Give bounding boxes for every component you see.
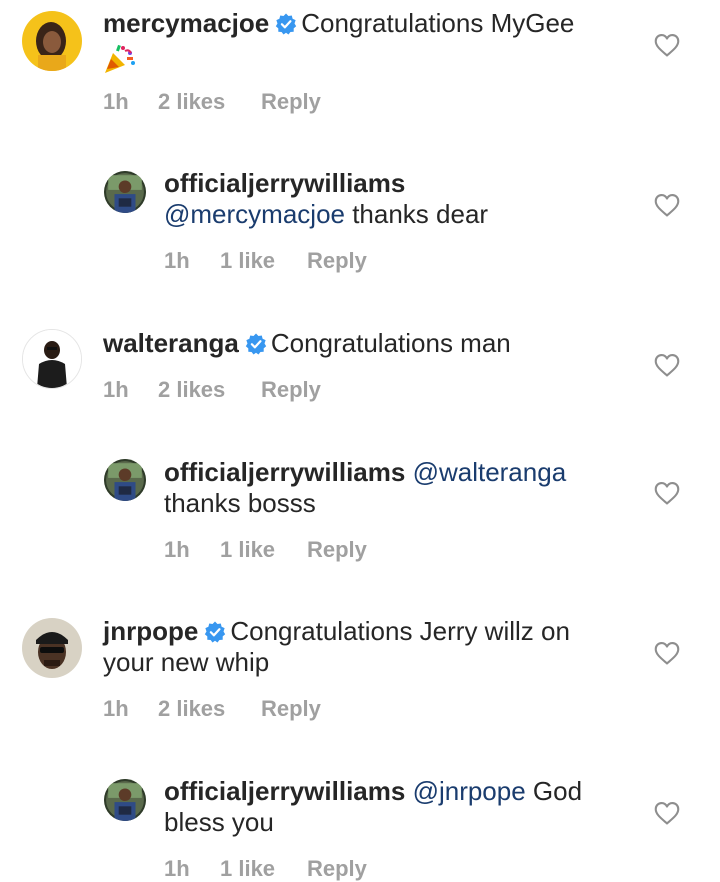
like-heart-icon[interactable] xyxy=(653,32,681,58)
reply-item: officialjerrywilliams @walteranga thanks… xyxy=(0,448,720,578)
comment-meta: 1h 2 likes Reply xyxy=(103,696,503,722)
avatar[interactable] xyxy=(22,11,82,71)
avatar[interactable] xyxy=(104,459,146,501)
comment-body: Congratulations man xyxy=(270,328,511,358)
like-heart-icon[interactable] xyxy=(653,640,681,666)
likes-count[interactable]: 1 like xyxy=(220,248,275,274)
comment-text: jnrpope Congratulations Jerry willz on yo… xyxy=(103,616,643,678)
like-heart-icon[interactable] xyxy=(653,480,681,506)
like-heart-icon[interactable] xyxy=(653,192,681,218)
comment-meta: 1h 2 likes Reply xyxy=(103,377,503,403)
like-heart-icon[interactable] xyxy=(653,800,681,826)
comment-body: Congratulations Jerry willz on xyxy=(230,616,570,646)
comment-body: Congratulations MyGee xyxy=(301,8,575,38)
reply-button[interactable]: Reply xyxy=(307,248,367,274)
timestamp: 1h xyxy=(103,377,129,402)
comment-body: thanks dear xyxy=(344,199,489,229)
comment-meta: 1h 1 like Reply xyxy=(164,856,564,882)
username[interactable]: walteranga xyxy=(103,328,239,358)
comment-body: God xyxy=(525,776,583,806)
reply-item: officialjerrywilliams @mercymacjoe thank… xyxy=(0,160,720,290)
mention-link[interactable]: @jnrpope xyxy=(413,776,526,806)
like-heart-icon[interactable] xyxy=(653,352,681,378)
comment-meta: 1h 2 likes Reply xyxy=(103,89,503,115)
avatar[interactable] xyxy=(104,779,146,821)
avatar[interactable] xyxy=(22,618,82,678)
comment-body: thanks bosss xyxy=(164,488,316,518)
comment-text: mercymacjoe Congratulations MyGee xyxy=(103,8,643,82)
likes-count[interactable]: 1 like xyxy=(220,537,275,563)
comment-meta: 1h 1 like Reply xyxy=(164,537,564,563)
timestamp: 1h xyxy=(164,248,190,273)
comment-item: jnrpope Congratulations Jerry willz on yo… xyxy=(0,608,720,738)
party-popper-icon xyxy=(103,43,137,82)
timestamp: 1h xyxy=(103,89,129,114)
likes-count[interactable]: 2 likes xyxy=(158,377,225,403)
verified-badge-icon xyxy=(275,13,297,35)
username[interactable]: jnrpope xyxy=(103,616,198,646)
reply-button[interactable]: Reply xyxy=(261,696,321,722)
mention-link[interactable]: @walteranga xyxy=(413,457,567,487)
username[interactable]: officialjerrywilliams xyxy=(164,776,405,806)
avatar[interactable] xyxy=(104,171,146,213)
likes-count[interactable]: 2 likes xyxy=(158,696,225,722)
reply-button[interactable]: Reply xyxy=(261,89,321,115)
likes-count[interactable]: 2 likes xyxy=(158,89,225,115)
comment-meta: 1h 1 like Reply xyxy=(164,248,564,274)
reply-button[interactable]: Reply xyxy=(307,856,367,882)
username[interactable]: officialjerrywilliams xyxy=(164,168,405,198)
reply-item: officialjerrywilliams @jnrpope God bless… xyxy=(0,768,720,882)
reply-button[interactable]: Reply xyxy=(307,537,367,563)
mention-link[interactable]: @mercymacjoe xyxy=(164,199,345,229)
username[interactable]: officialjerrywilliams xyxy=(164,457,405,487)
likes-count[interactable]: 1 like xyxy=(220,856,275,882)
comment-text: officialjerrywilliams @mercymacjoe thank… xyxy=(164,168,644,230)
comment-text: walteranga Congratulations man xyxy=(103,328,643,359)
avatar[interactable] xyxy=(22,329,82,389)
comment-item: mercymacjoe Congratulations MyGee 1h 2 li… xyxy=(0,0,720,140)
verified-badge-icon xyxy=(245,333,267,355)
timestamp: 1h xyxy=(164,537,190,562)
comment-body-line2: your new whip xyxy=(103,647,270,677)
username[interactable]: mercymacjoe xyxy=(103,8,269,38)
timestamp: 1h xyxy=(103,696,129,721)
comment-body-line2: bless you xyxy=(164,807,274,837)
comment-item: walteranga Congratulations man 1h 2 likes… xyxy=(0,320,720,450)
timestamp: 1h xyxy=(164,856,190,881)
comment-text: officialjerrywilliams @walteranga thanks… xyxy=(164,457,644,519)
reply-button[interactable]: Reply xyxy=(261,377,321,403)
verified-badge-icon xyxy=(204,621,226,643)
comment-text: officialjerrywilliams @jnrpope God bless… xyxy=(164,776,644,838)
